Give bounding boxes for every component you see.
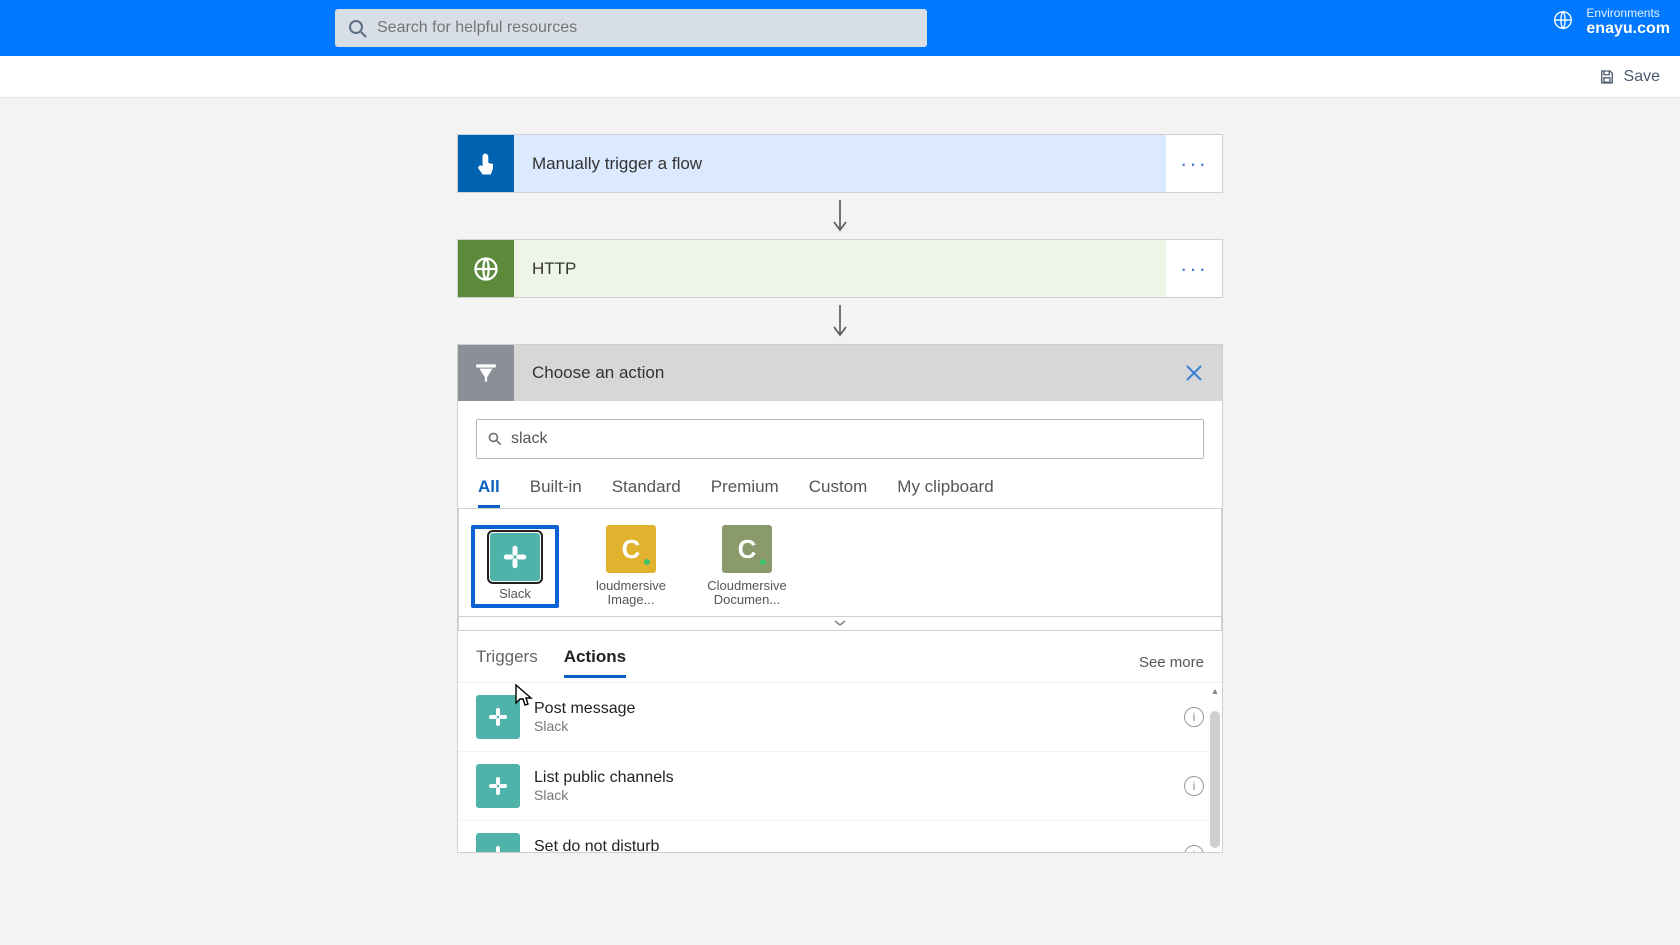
action-title: Post message: [534, 700, 1170, 718]
top-bar: Environments enayu.com: [0, 0, 1680, 56]
global-search[interactable]: [335, 9, 927, 47]
slack-icon: [476, 695, 520, 739]
search-icon: [347, 18, 367, 38]
panel-header: Choose an action: [458, 345, 1222, 401]
action-list: ▲ Post message Slack i List public chann…: [458, 682, 1222, 852]
environment-name: enayu.com: [1586, 20, 1670, 38]
tab-clipboard[interactable]: My clipboard: [897, 477, 993, 508]
search-icon: [487, 431, 503, 447]
environment-label: Environments: [1586, 6, 1670, 20]
slack-icon: [490, 533, 540, 581]
tab-custom[interactable]: Custom: [809, 477, 868, 508]
connector-label: Cloudmersive Documen...: [703, 579, 791, 608]
flow-step-title: Manually trigger a flow: [514, 135, 1166, 192]
chevron-down-icon: [834, 619, 846, 627]
info-button[interactable]: i: [1184, 776, 1204, 796]
flow-canvas: Manually trigger a flow ··· HTTP ··· Cho…: [0, 98, 1680, 853]
tab-premium[interactable]: Premium: [711, 477, 779, 508]
scrollbar[interactable]: [1210, 711, 1220, 848]
action-item-list-channels[interactable]: List public channels Slack i: [458, 751, 1222, 820]
action-title: List public channels: [534, 769, 1170, 787]
arrow-down-icon: [825, 193, 855, 239]
slack-icon: [476, 764, 520, 808]
connector-label: loudmersive Image...: [587, 579, 675, 608]
action-search[interactable]: [476, 419, 1204, 459]
category-tabs: All Built-in Standard Premium Custom My …: [476, 477, 1204, 508]
save-icon: [1598, 68, 1616, 86]
choose-action-panel: Choose an action All Built-in Standard P…: [457, 344, 1223, 853]
close-icon: [1184, 363, 1204, 383]
scroll-up-button[interactable]: ▲: [1209, 685, 1221, 697]
action-icon: [458, 345, 514, 401]
action-search-input[interactable]: [511, 430, 1193, 448]
flow-step-http[interactable]: HTTP ···: [457, 239, 1223, 298]
connector-cloudmersive-image[interactable]: C loudmersive Image...: [587, 525, 675, 608]
flow-step-trigger[interactable]: Manually trigger a flow ···: [457, 134, 1223, 193]
expand-connectors-button[interactable]: [458, 617, 1222, 631]
touch-icon: [458, 135, 514, 192]
tab-standard[interactable]: Standard: [612, 477, 681, 508]
slack-icon: [476, 833, 520, 852]
info-button[interactable]: i: [1184, 707, 1204, 727]
step-menu-button[interactable]: ···: [1166, 240, 1222, 297]
info-button[interactable]: i: [1184, 845, 1204, 852]
action-subtitle: Slack: [534, 718, 1170, 734]
connector-grid: Slack C loudmersive Image... C Cloudmers…: [458, 508, 1222, 617]
command-bar: Save: [0, 56, 1680, 98]
subtab-triggers[interactable]: Triggers: [476, 647, 538, 678]
connector-slack[interactable]: Slack: [471, 525, 559, 608]
environment-picker[interactable]: Environments enayu.com: [1552, 6, 1670, 38]
tab-all[interactable]: All: [478, 477, 500, 508]
action-subtitle: Slack: [534, 787, 1170, 803]
cloudmersive-icon: C: [606, 525, 656, 573]
connector-label: Slack: [475, 587, 555, 601]
arrow-down-icon: [825, 298, 855, 344]
globe-icon: [458, 240, 514, 297]
action-title: Set do not disturb: [534, 838, 1170, 852]
global-search-input[interactable]: [377, 19, 915, 37]
action-item-post-message[interactable]: Post message Slack i: [458, 683, 1222, 751]
panel-title: Choose an action: [514, 345, 1166, 401]
globe-icon: [1552, 9, 1574, 36]
flow-step-title: HTTP: [514, 240, 1166, 297]
action-item-do-not-disturb[interactable]: Set do not disturb Slack i: [458, 820, 1222, 852]
subtab-actions[interactable]: Actions: [564, 647, 626, 678]
step-menu-button[interactable]: ···: [1166, 135, 1222, 192]
trigger-action-tabs: Triggers Actions: [476, 647, 626, 678]
close-button[interactable]: [1166, 345, 1222, 401]
see-more-link[interactable]: See more: [1139, 654, 1204, 671]
save-button[interactable]: Save: [1598, 68, 1660, 86]
connector-cloudmersive-document[interactable]: C Cloudmersive Documen...: [703, 525, 791, 608]
cloudmersive-icon: C: [722, 525, 772, 573]
tab-builtin[interactable]: Built-in: [530, 477, 582, 508]
